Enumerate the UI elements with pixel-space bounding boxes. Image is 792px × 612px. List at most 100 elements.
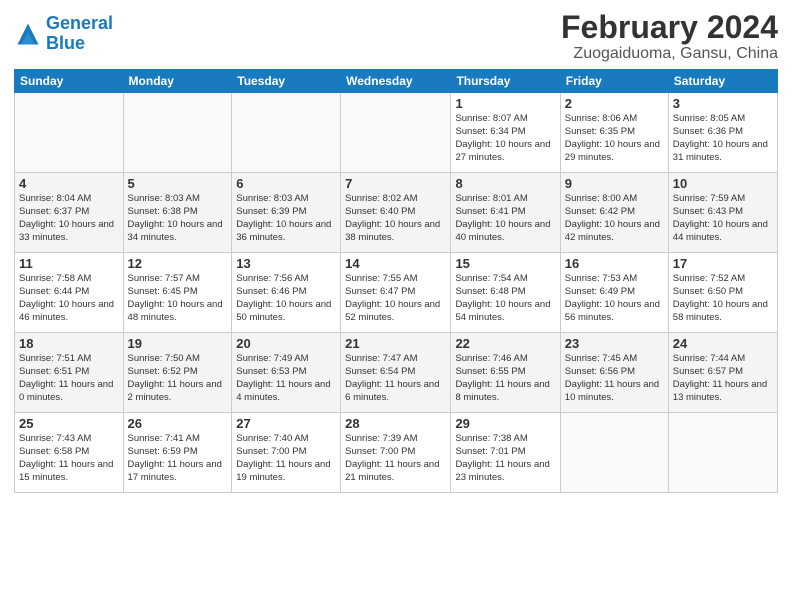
table-row: 9 Sunrise: 8:00 AM Sunset: 6:42 PM Daylig…	[560, 173, 668, 253]
logo-line1: General	[46, 13, 113, 33]
day-number: 18	[19, 336, 119, 351]
day-info: Sunrise: 8:06 AM Sunset: 6:35 PM Dayligh…	[565, 113, 664, 164]
day-number: 17	[673, 256, 773, 271]
day-info: Sunrise: 7:49 AM Sunset: 6:53 PM Dayligh…	[236, 353, 336, 404]
day-info: Sunrise: 7:51 AM Sunset: 6:51 PM Dayligh…	[19, 353, 119, 404]
day-info: Sunrise: 8:03 AM Sunset: 6:39 PM Dayligh…	[236, 193, 336, 244]
table-row: 22 Sunrise: 7:46 AM Sunset: 6:55 PM Dayli…	[451, 333, 560, 413]
day-number: 1	[455, 96, 555, 111]
day-number: 20	[236, 336, 336, 351]
col-friday: Friday	[560, 70, 668, 93]
table-row	[15, 93, 124, 173]
calendar-table: Sunday Monday Tuesday Wednesday Thursday…	[14, 69, 778, 493]
day-number: 4	[19, 176, 119, 191]
day-number: 13	[236, 256, 336, 271]
calendar-week-row: 11 Sunrise: 7:58 AM Sunset: 6:44 PM Dayli…	[15, 253, 778, 333]
col-tuesday: Tuesday	[232, 70, 341, 93]
day-info: Sunrise: 7:47 AM Sunset: 6:54 PM Dayligh…	[345, 353, 446, 404]
table-row	[560, 413, 668, 493]
day-number: 29	[455, 416, 555, 431]
calendar-week-row: 4 Sunrise: 8:04 AM Sunset: 6:37 PM Daylig…	[15, 173, 778, 253]
table-row: 20 Sunrise: 7:49 AM Sunset: 6:53 PM Dayli…	[232, 333, 341, 413]
day-info: Sunrise: 8:07 AM Sunset: 6:34 PM Dayligh…	[455, 113, 555, 164]
day-info: Sunrise: 8:05 AM Sunset: 6:36 PM Dayligh…	[673, 113, 773, 164]
day-number: 21	[345, 336, 446, 351]
day-info: Sunrise: 7:39 AM Sunset: 7:00 PM Dayligh…	[345, 433, 446, 484]
col-saturday: Saturday	[668, 70, 777, 93]
day-info: Sunrise: 7:50 AM Sunset: 6:52 PM Dayligh…	[128, 353, 228, 404]
day-number: 11	[19, 256, 119, 271]
day-info: Sunrise: 7:52 AM Sunset: 6:50 PM Dayligh…	[673, 273, 773, 324]
day-number: 8	[455, 176, 555, 191]
day-info: Sunrise: 8:02 AM Sunset: 6:40 PM Dayligh…	[345, 193, 446, 244]
day-info: Sunrise: 7:58 AM Sunset: 6:44 PM Dayligh…	[19, 273, 119, 324]
table-row: 19 Sunrise: 7:50 AM Sunset: 6:52 PM Dayli…	[123, 333, 232, 413]
day-info: Sunrise: 7:57 AM Sunset: 6:45 PM Dayligh…	[128, 273, 228, 324]
table-row: 4 Sunrise: 8:04 AM Sunset: 6:37 PM Daylig…	[15, 173, 124, 253]
table-row: 13 Sunrise: 7:56 AM Sunset: 6:46 PM Dayli…	[232, 253, 341, 333]
table-row: 11 Sunrise: 7:58 AM Sunset: 6:44 PM Dayli…	[15, 253, 124, 333]
day-info: Sunrise: 7:38 AM Sunset: 7:01 PM Dayligh…	[455, 433, 555, 484]
day-number: 14	[345, 256, 446, 271]
table-row: 21 Sunrise: 7:47 AM Sunset: 6:54 PM Dayli…	[341, 333, 451, 413]
day-info: Sunrise: 8:04 AM Sunset: 6:37 PM Dayligh…	[19, 193, 119, 244]
day-info: Sunrise: 7:46 AM Sunset: 6:55 PM Dayligh…	[455, 353, 555, 404]
table-row: 18 Sunrise: 7:51 AM Sunset: 6:51 PM Dayli…	[15, 333, 124, 413]
table-row: 14 Sunrise: 7:55 AM Sunset: 6:47 PM Dayli…	[341, 253, 451, 333]
table-row: 26 Sunrise: 7:41 AM Sunset: 6:59 PM Dayli…	[123, 413, 232, 493]
col-sunday: Sunday	[15, 70, 124, 93]
table-row: 1 Sunrise: 8:07 AM Sunset: 6:34 PM Daylig…	[451, 93, 560, 173]
day-info: Sunrise: 7:45 AM Sunset: 6:56 PM Dayligh…	[565, 353, 664, 404]
header: General Blue February 2024 Zuogaiduoma, …	[14, 10, 778, 63]
day-number: 28	[345, 416, 446, 431]
table-row	[123, 93, 232, 173]
day-number: 10	[673, 176, 773, 191]
day-number: 15	[455, 256, 555, 271]
table-row: 29 Sunrise: 7:38 AM Sunset: 7:01 PM Dayli…	[451, 413, 560, 493]
day-info: Sunrise: 7:56 AM Sunset: 6:46 PM Dayligh…	[236, 273, 336, 324]
col-wednesday: Wednesday	[341, 70, 451, 93]
table-row: 16Sunrise: 7:53 AM Sunset: 6:49 PM Dayli…	[560, 253, 668, 333]
day-number: 22	[455, 336, 555, 351]
calendar-week-row: 1 Sunrise: 8:07 AM Sunset: 6:34 PM Daylig…	[15, 93, 778, 173]
table-row: 12 Sunrise: 7:57 AM Sunset: 6:45 PM Dayli…	[123, 253, 232, 333]
table-row: 27Sunrise: 7:40 AM Sunset: 7:00 PM Dayli…	[232, 413, 341, 493]
table-row	[341, 93, 451, 173]
day-number: 25	[19, 416, 119, 431]
table-row: 2 Sunrise: 8:06 AM Sunset: 6:35 PM Daylig…	[560, 93, 668, 173]
page: General Blue February 2024 Zuogaiduoma, …	[0, 0, 792, 612]
day-number: 9	[565, 176, 664, 191]
table-row: 5 Sunrise: 8:03 AM Sunset: 6:38 PM Daylig…	[123, 173, 232, 253]
day-info: Sunrise: 7:55 AM Sunset: 6:47 PM Dayligh…	[345, 273, 446, 324]
day-number: 19	[128, 336, 228, 351]
table-row: 25 Sunrise: 7:43 AM Sunset: 6:58 PM Dayli…	[15, 413, 124, 493]
day-info: Sunrise: 7:44 AM Sunset: 6:57 PM Dayligh…	[673, 353, 773, 404]
day-number: 3	[673, 96, 773, 111]
table-row: 10 Sunrise: 7:59 AM Sunset: 6:43 PM Dayli…	[668, 173, 777, 253]
table-row: 28 Sunrise: 7:39 AM Sunset: 7:00 PM Dayli…	[341, 413, 451, 493]
day-info: Sunrise: 7:59 AM Sunset: 6:43 PM Dayligh…	[673, 193, 773, 244]
day-info: Sunrise: 8:03 AM Sunset: 6:38 PM Dayligh…	[128, 193, 228, 244]
col-thursday: Thursday	[451, 70, 560, 93]
logo-line2: Blue	[46, 33, 85, 53]
day-info: Sunrise: 8:00 AM Sunset: 6:42 PM Dayligh…	[565, 193, 664, 244]
day-number: 12	[128, 256, 228, 271]
day-info: Sunrise: 7:40 AM Sunset: 7:00 PM Dayligh…	[236, 433, 336, 484]
calendar-week-row: 25 Sunrise: 7:43 AM Sunset: 6:58 PM Dayli…	[15, 413, 778, 493]
day-info: Sunrise: 7:43 AM Sunset: 6:58 PM Dayligh…	[19, 433, 119, 484]
table-row: 3 Sunrise: 8:05 AM Sunset: 6:36 PM Daylig…	[668, 93, 777, 173]
table-row	[232, 93, 341, 173]
day-info: Sunrise: 7:41 AM Sunset: 6:59 PM Dayligh…	[128, 433, 228, 484]
day-number: 6	[236, 176, 336, 191]
day-number: 2	[565, 96, 664, 111]
calendar-header-row: Sunday Monday Tuesday Wednesday Thursday…	[15, 70, 778, 93]
day-number: 5	[128, 176, 228, 191]
table-row: 17 Sunrise: 7:52 AM Sunset: 6:50 PM Dayli…	[668, 253, 777, 333]
table-row: 7Sunrise: 8:02 AM Sunset: 6:40 PM Daylig…	[341, 173, 451, 253]
day-info: Sunrise: 7:54 AM Sunset: 6:48 PM Dayligh…	[455, 273, 555, 324]
table-row: 8Sunrise: 8:01 AM Sunset: 6:41 PM Daylig…	[451, 173, 560, 253]
calendar-subtitle: Zuogaiduoma, Gansu, China	[561, 45, 778, 63]
day-number: 26	[128, 416, 228, 431]
day-number: 23	[565, 336, 664, 351]
table-row: 24Sunrise: 7:44 AM Sunset: 6:57 PM Dayli…	[668, 333, 777, 413]
